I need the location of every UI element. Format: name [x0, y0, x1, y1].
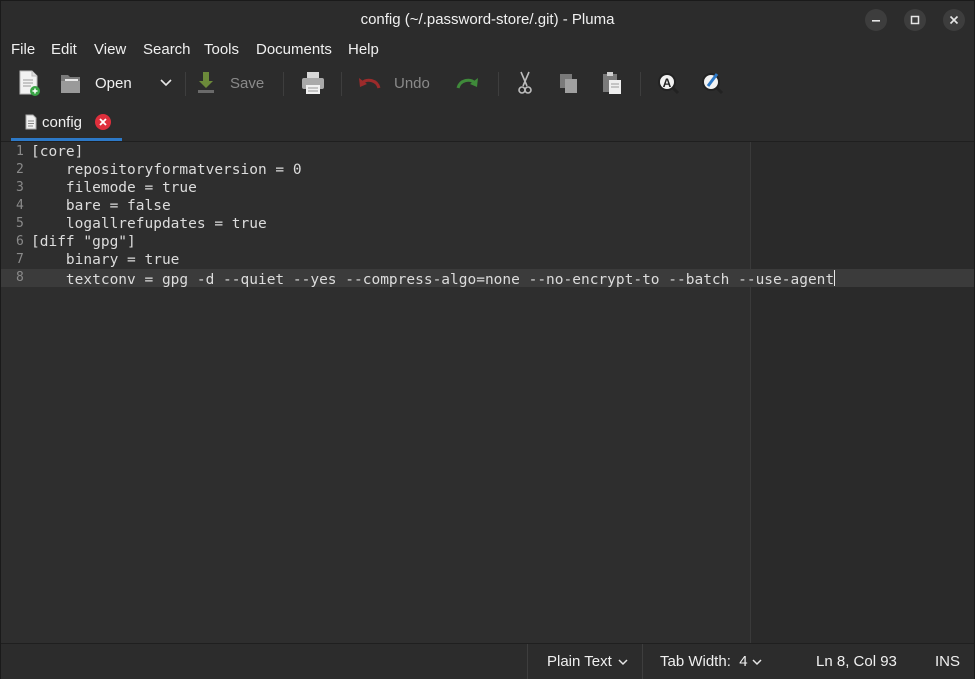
line-number: 8: [16, 270, 24, 285]
toolbar-separator: [283, 72, 284, 96]
save-download-icon: [198, 72, 214, 93]
menu-search[interactable]: Search: [143, 41, 191, 58]
code-line[interactable]: 4 bare = false: [1, 197, 974, 215]
maximize-button[interactable]: [904, 9, 926, 31]
menu-tools[interactable]: Tools: [204, 41, 239, 58]
text-editor[interactable]: 1 [core] 2 repositoryformatversion = 0 3…: [1, 142, 974, 643]
print-button[interactable]: [300, 69, 326, 97]
menu-file[interactable]: File: [11, 41, 35, 58]
tab-width-label[interactable]: Tab Width: 4: [660, 653, 748, 670]
find-replace-icon: [702, 73, 724, 95]
line-text[interactable]: logallrefupdates = true: [31, 216, 267, 232]
chevron-down-icon: [160, 79, 172, 87]
menu-documents[interactable]: Documents: [256, 41, 332, 58]
close-window-button[interactable]: [943, 9, 965, 31]
pluma-window: config (~/.password-store/.git) - Pluma …: [0, 0, 975, 679]
line-text[interactable]: textconv = gpg -d --quiet --yes --compre…: [31, 270, 836, 288]
new-document-icon: [19, 70, 40, 96]
menu-view[interactable]: View: [94, 41, 126, 58]
code-line[interactable]: 2 repositoryformatversion = 0: [1, 161, 974, 179]
language-label[interactable]: Plain Text: [547, 653, 612, 670]
undo-label[interactable]: Undo: [394, 75, 430, 92]
line-text[interactable]: filemode = true: [31, 180, 197, 196]
toolbar: Open Save Undo A: [1, 62, 974, 104]
code-line[interactable]: 5 logallrefupdates = true: [1, 215, 974, 233]
line-text[interactable]: bare = false: [31, 198, 171, 214]
paste-clipboard-icon: [603, 72, 621, 94]
text-cursor: [834, 270, 836, 286]
line-number: 1: [16, 144, 24, 159]
line-text[interactable]: [diff "gpg"]: [31, 234, 136, 250]
menu-edit[interactable]: Edit: [51, 41, 77, 58]
line-text[interactable]: [core]: [31, 144, 83, 160]
code-line[interactable]: 7 binary = true: [1, 251, 974, 269]
line-text[interactable]: binary = true: [31, 252, 180, 268]
minimize-icon: [872, 20, 880, 22]
line-number: 2: [16, 162, 24, 177]
open-label[interactable]: Open: [95, 75, 132, 92]
chevron-down-icon: [618, 659, 628, 666]
chevron-down-icon: [752, 659, 762, 666]
toolbar-separator: [640, 72, 641, 96]
new-document-button[interactable]: [17, 69, 41, 97]
menubar: File Edit View Search Tools Documents He…: [1, 37, 974, 62]
paste-button[interactable]: [600, 69, 624, 97]
window-title: config (~/.password-store/.git) - Pluma: [360, 11, 615, 28]
open-folder-icon: [61, 75, 80, 93]
printer-icon: [302, 72, 324, 94]
line-number: 5: [16, 216, 24, 231]
current-code-line[interactable]: 8 textconv = gpg -d --quiet --yes --comp…: [1, 269, 974, 288]
tab-label[interactable]: config: [42, 114, 82, 131]
copy-button[interactable]: [557, 69, 581, 97]
code-line[interactable]: 3 filemode = true: [1, 179, 974, 197]
undo-button[interactable]: [356, 69, 382, 97]
svg-text:A: A: [663, 76, 672, 90]
line-text-content[interactable]: textconv = gpg -d --quiet --yes --compre…: [31, 272, 834, 288]
close-icon: [99, 118, 107, 126]
toolbar-separator: [185, 72, 186, 96]
line-number: 7: [16, 252, 24, 267]
line-text[interactable]: repositoryformatversion = 0: [31, 162, 302, 178]
copy-icon: [560, 74, 577, 93]
save-button[interactable]: [195, 69, 217, 97]
tab-config[interactable]: config: [11, 104, 122, 141]
active-tab-indicator: [11, 138, 122, 141]
maximize-icon: [910, 15, 920, 25]
cut-button[interactable]: [514, 69, 536, 97]
statusbar: Plain Text Tab Width: 4 Ln 8, Col 93 INS: [1, 643, 974, 679]
scissors-icon: [518, 71, 532, 94]
search-find-icon: A: [658, 73, 680, 95]
code-line[interactable]: 1 [core]: [1, 143, 974, 161]
menu-help[interactable]: Help: [348, 41, 379, 58]
undo-arrow-icon: [359, 78, 381, 89]
document-tabbar: config: [1, 104, 974, 142]
close-icon: [949, 15, 959, 25]
code-line[interactable]: 6 [diff "gpg"]: [1, 233, 974, 251]
line-number: 3: [16, 180, 24, 195]
titlebar[interactable]: config (~/.password-store/.git) - Pluma: [1, 1, 974, 37]
cursor-position: Ln 8, Col 93: [816, 653, 897, 670]
redo-arrow-icon: [456, 78, 478, 89]
line-number: 6: [16, 234, 24, 249]
redo-button[interactable]: [455, 69, 481, 97]
close-tab-button[interactable]: [95, 114, 111, 130]
toolbar-separator: [341, 72, 342, 96]
insert-mode: INS: [935, 653, 961, 670]
save-label[interactable]: Save: [230, 75, 264, 92]
open-button[interactable]: [58, 69, 84, 97]
toolbar-separator: [498, 72, 499, 96]
tab-width-selector[interactable]: Tab Width: 4: [642, 644, 777, 679]
line-number: 4: [16, 198, 24, 213]
find-replace-button[interactable]: [700, 69, 724, 97]
find-button[interactable]: A: [656, 69, 680, 97]
minimize-button[interactable]: [865, 9, 887, 31]
recent-files-dropdown[interactable]: [157, 69, 175, 97]
text-file-icon: [25, 114, 37, 130]
language-selector[interactable]: Plain Text: [527, 644, 642, 679]
